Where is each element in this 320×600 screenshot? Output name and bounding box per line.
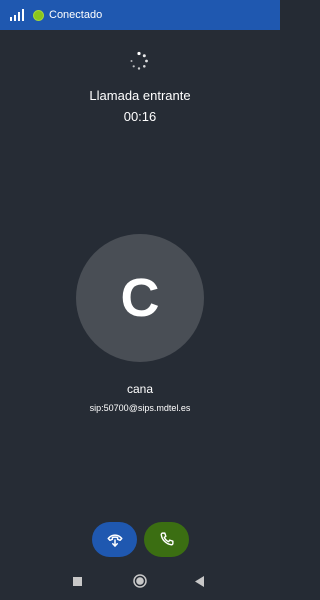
circle-icon xyxy=(133,574,147,588)
triangle-left-icon xyxy=(195,575,204,587)
nav-overview-button[interactable] xyxy=(70,574,84,588)
phone-icon xyxy=(160,532,174,546)
avatar-letter: C xyxy=(120,268,160,328)
answer-call-button[interactable] xyxy=(144,522,189,557)
caller-name: cana xyxy=(126,382,154,396)
signal-bars-icon xyxy=(10,9,24,21)
nav-back-button[interactable] xyxy=(193,574,207,588)
spinner-icon xyxy=(130,51,148,70)
call-timer: 00:16 xyxy=(123,109,157,124)
connection-status-text: Conectado xyxy=(49,9,103,21)
caller-sip-uri: sip:50700@sips.mdtel.es xyxy=(89,403,191,413)
status-bar: Conectado xyxy=(0,0,280,30)
deflect-call-button[interactable] xyxy=(92,522,137,557)
phone-forward-icon xyxy=(107,533,122,547)
incoming-call-screen: Conectado Llamada entrante 00:16 C cana … xyxy=(0,0,280,600)
connection-status-dot xyxy=(33,9,44,21)
call-state-label: Llamada entrante xyxy=(89,88,191,103)
nav-home-button[interactable] xyxy=(133,574,147,588)
square-icon xyxy=(72,576,82,586)
caller-avatar: C xyxy=(76,234,204,362)
navigation-bar xyxy=(0,566,280,596)
